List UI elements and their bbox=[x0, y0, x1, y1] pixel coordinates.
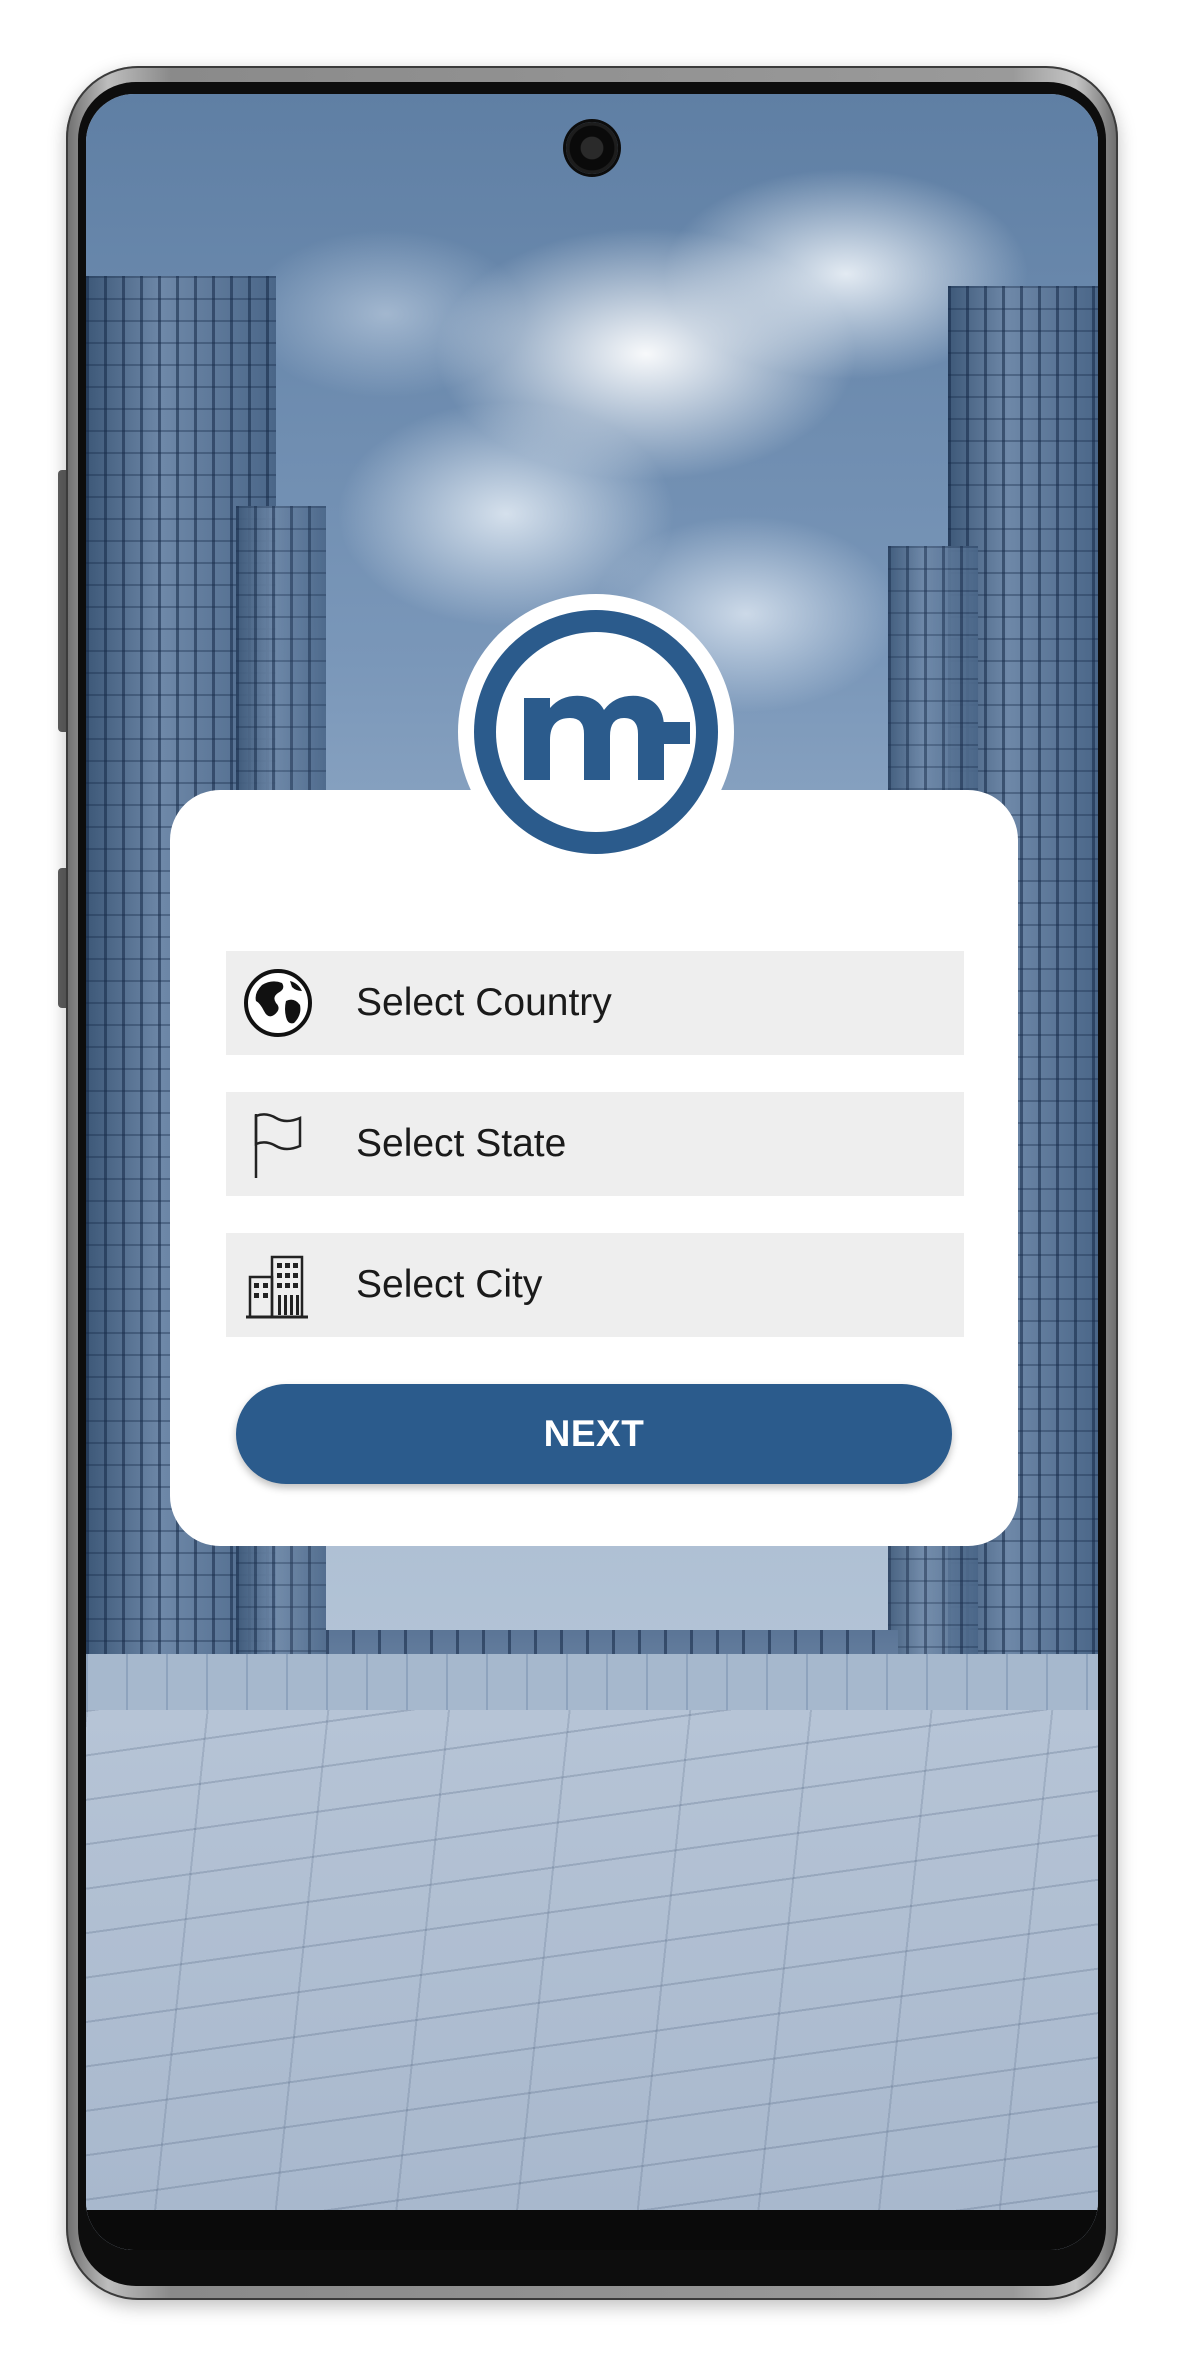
logo-icon bbox=[464, 600, 728, 864]
select-city-label: Select City bbox=[356, 1263, 543, 1306]
select-state-label: Select State bbox=[356, 1122, 567, 1165]
background-plaza bbox=[86, 1710, 1098, 2250]
flag-icon bbox=[240, 1106, 316, 1182]
background-plaza-edge bbox=[86, 1654, 1098, 1710]
select-country-label: Select Country bbox=[356, 981, 612, 1024]
city-buildings-icon bbox=[240, 1247, 316, 1323]
select-country-field[interactable]: Select Country bbox=[226, 951, 964, 1055]
next-button[interactable]: NEXT bbox=[236, 1384, 952, 1484]
select-city-field[interactable]: Select City bbox=[226, 1233, 964, 1337]
navigation-bar bbox=[86, 2210, 1098, 2250]
app-logo bbox=[458, 594, 734, 870]
front-camera bbox=[566, 122, 618, 174]
app-screen: Select Country Select State Select City … bbox=[86, 94, 1098, 2250]
device-mockup: Select Country Select State Select City … bbox=[0, 0, 1183, 2366]
globe-icon bbox=[240, 965, 316, 1041]
select-state-field[interactable]: Select State bbox=[226, 1092, 964, 1196]
